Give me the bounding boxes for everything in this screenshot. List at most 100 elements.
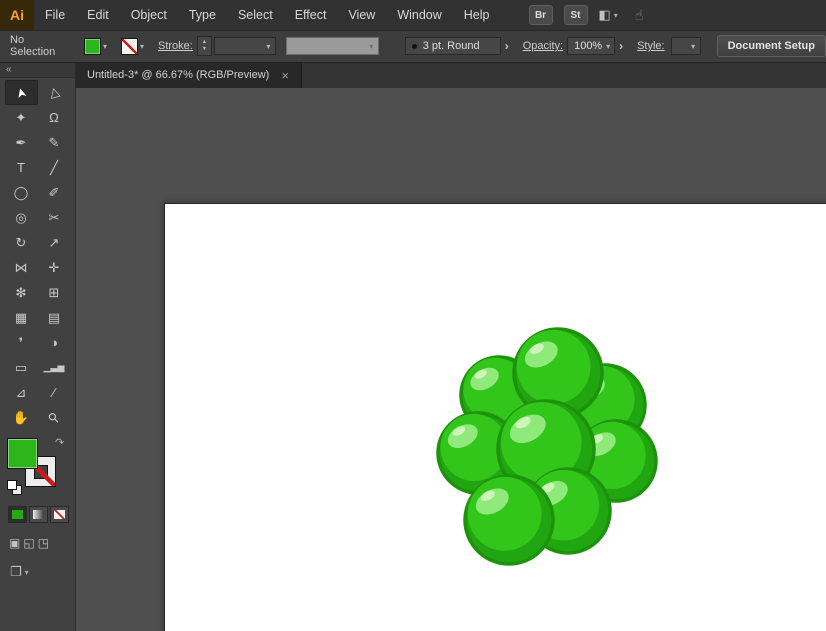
document-tab[interactable]: Untitled-3* @ 66.67% (RGB/Preview) × [75, 62, 302, 88]
rotate-tool[interactable]: ↻ [5, 230, 38, 255]
collapse-panel-button[interactable]: « [6, 64, 12, 75]
perspective-grid-tool[interactable]: ⊞ [38, 280, 71, 305]
artwork-svg[interactable] [425, 310, 685, 590]
menu-object[interactable]: Object [120, 0, 178, 30]
stepper-down-icon[interactable]: ▾ [203, 46, 206, 53]
knife-tool[interactable]: ∕ [38, 380, 71, 405]
draw-behind-mode[interactable]: ◱ [23, 536, 34, 550]
perspective-grid-tool-icon: ⊞ [48, 284, 60, 300]
tools-panel: « ➤ ▷ ✦ Ω ✒ ✎ T ╱ ◯ ✐ ◎ ✂ ↻ ↗ ⋈ ✛ ❇ ⊞ ▦ ▤ ❜ ◑ ▭ ▁▃▅ ⊿ ∕ ✋ ⚲ ↷ ▣ ◱ ◳ ❐… [0, 62, 76, 631]
free-transform-tool[interactable]: ✛ [38, 255, 71, 280]
menu-help[interactable]: Help [453, 0, 501, 30]
style-label[interactable]: Style: [637, 40, 665, 52]
chevron-down-icon[interactable]: ▾ [140, 42, 144, 51]
stroke-weight-stepper[interactable]: ▴ ▾ [196, 36, 212, 56]
artboard-tool[interactable]: ▭ [5, 355, 38, 380]
blend-tool[interactable]: ◑ [38, 330, 71, 355]
document-tab-title: Untitled-3* @ 66.67% (RGB/Preview) [87, 69, 270, 81]
graphic-style-combo[interactable]: ▾ [670, 37, 701, 55]
gradient-chip-icon [33, 510, 44, 519]
chevron-down-icon[interactable]: ▾ [262, 42, 275, 51]
line-segment-tool[interactable]: ╱ [38, 155, 71, 180]
default-fill-stroke-icon[interactable] [7, 480, 23, 495]
stroke-label[interactable]: Stroke: [158, 40, 193, 52]
stepper-up-icon[interactable]: ▴ [203, 39, 206, 46]
scissors-tool[interactable]: ✂ [38, 205, 71, 230]
menu-select[interactable]: Select [227, 0, 284, 30]
menu-file[interactable]: File [34, 0, 76, 30]
chevron-right-icon[interactable]: › [505, 39, 509, 53]
magic-wand-tool[interactable]: ✦ [5, 105, 38, 130]
screen-mode-button[interactable]: ❐ ▾ [10, 564, 75, 580]
menu-edit[interactable]: Edit [76, 0, 120, 30]
selection-tool[interactable]: ➤ [4, 80, 38, 105]
scale-tool[interactable]: ↗ [38, 230, 71, 255]
opacity-label[interactable]: Opacity: [523, 40, 563, 52]
brush-control: 3 pt. Round › [393, 37, 509, 55]
fill-proxy-swatch[interactable] [7, 438, 38, 469]
color-type-buttons [8, 506, 75, 523]
mesh-tool[interactable]: ▦ [5, 305, 38, 330]
menu-effect[interactable]: Effect [284, 0, 338, 30]
tools-grid: ➤ ▷ ✦ Ω ✒ ✎ T ╱ ◯ ✐ ◎ ✂ ↻ ↗ ⋈ ✛ ❇ ⊞ ▦ ▤ ❜ ◑ ▭ ▁▃▅ ⊿ ∕ ✋ ⚲ [4, 80, 71, 430]
tools-panel-header: « [0, 62, 75, 78]
stock-button[interactable]: St [563, 5, 588, 25]
menu-view[interactable]: View [337, 0, 386, 30]
pencil-tool[interactable]: ✎ [38, 130, 71, 155]
stroke-weight-combo[interactable]: ▾ [213, 37, 276, 55]
direct-selection-tool[interactable]: ▷ [38, 80, 71, 105]
direct-selection-tool-icon: ▷ [44, 85, 63, 100]
stroke-color-swatch[interactable] [120, 37, 138, 55]
stroke-color-control[interactable]: ▾ [120, 37, 144, 55]
zoom-tool[interactable]: ⚲ [38, 405, 71, 430]
draw-normal-mode[interactable]: ▣ [9, 536, 20, 550]
canvas-pasteboard[interactable] [75, 88, 826, 631]
eyedropper-tool[interactable]: ❜ [5, 330, 38, 355]
menu-type[interactable]: Type [178, 0, 227, 30]
gradient-tool[interactable]: ▤ [38, 305, 71, 330]
hand-tool[interactable]: ✋ [5, 405, 38, 430]
brush-combo[interactable]: 3 pt. Round [404, 37, 501, 55]
pen-tool[interactable]: ✒ [5, 130, 38, 155]
color-chip-icon [12, 510, 23, 519]
chevron-down-icon[interactable]: ▾ [602, 42, 614, 51]
pencil-tool-icon: ✎ [48, 134, 60, 150]
paintbrush-tool[interactable]: ✐ [38, 180, 71, 205]
color-button[interactable] [8, 506, 27, 523]
symbol-sprayer-tool[interactable]: ❇ [5, 280, 38, 305]
paintbrush-tool-icon: ✐ [48, 184, 60, 200]
close-icon[interactable]: × [281, 69, 289, 82]
chevron-right-icon[interactable]: › [619, 39, 623, 53]
brush-preview-icon [411, 43, 417, 49]
artboard[interactable] [164, 203, 826, 631]
gradient-button[interactable] [29, 506, 48, 523]
opacity-combo[interactable]: 100% ▾ [567, 37, 616, 55]
free-transform-tool-icon: ✛ [48, 259, 60, 275]
draw-inside-mode[interactable]: ◳ [38, 536, 49, 550]
column-graph-tool[interactable]: ▁▃▅ [38, 355, 71, 380]
fill-stroke-indicator: ↷ [7, 436, 67, 495]
knife-tool-icon: ∕ [52, 385, 56, 400]
width-tool[interactable]: ⋈ [5, 255, 38, 280]
bridge-button[interactable]: Br [528, 5, 553, 25]
slice-tool[interactable]: ⊿ [5, 380, 38, 405]
menu-window[interactable]: Window [386, 0, 452, 30]
lasso-tool[interactable]: Ω [38, 105, 71, 130]
mesh-tool-icon: ▦ [14, 309, 28, 325]
none-slash-icon [121, 38, 137, 54]
swap-fill-stroke-icon[interactable]: ↷ [55, 436, 64, 449]
chevron-down-icon[interactable]: ▾ [687, 42, 700, 51]
type-tool[interactable]: T [5, 155, 38, 180]
width-profile-combo[interactable]: ▾ [285, 37, 379, 55]
slice-tool-icon: ⊿ [15, 384, 27, 400]
shape-builder-tool[interactable]: ◎ [5, 205, 38, 230]
none-button[interactable] [50, 506, 69, 523]
fill-control[interactable]: ▾ [83, 37, 107, 55]
fill-color-swatch[interactable] [83, 37, 101, 55]
workspace-switcher[interactable]: ◧ ▾ [599, 7, 618, 23]
chevron-down-icon[interactable]: ▾ [103, 42, 107, 51]
hand-tool-icon: ✋ [12, 409, 30, 425]
document-setup-button[interactable]: Document Setup [716, 35, 826, 57]
ellipse-tool[interactable]: ◯ [5, 180, 38, 205]
workspace-icon: ◧ [598, 7, 611, 22]
